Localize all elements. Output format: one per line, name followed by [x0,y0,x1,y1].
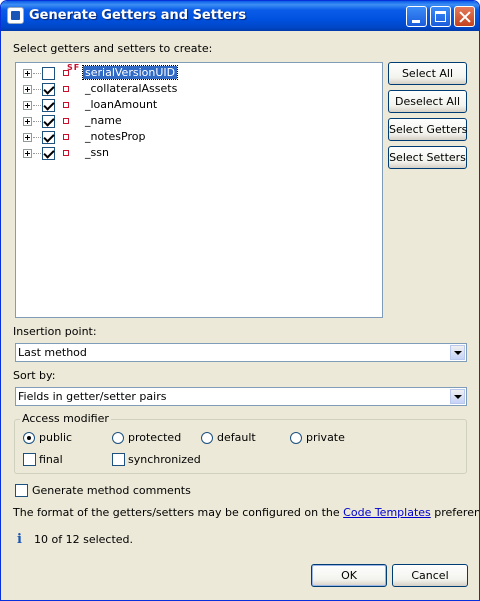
field-name[interactable]: serialVersionUID [81,65,179,80]
select-prompt-label: Select getters and setters to create: [13,42,213,55]
info-icon: i [17,532,22,547]
insertion-point-select[interactable]: Last method [15,343,467,362]
fields-tree[interactable]: SF serialVersionUID _collateralAssets _l… [15,62,383,318]
field-private-icon [63,102,69,108]
selection-status: 10 of 12 selected. [34,533,134,546]
access-modifier-group [14,419,467,474]
templates-note-suffix: preference page. [434,506,479,519]
close-button[interactable] [454,6,475,27]
radio-public-label[interactable]: public [39,431,72,444]
expand-icon[interactable] [23,117,32,126]
synchronized-checkbox[interactable] [112,453,125,466]
radio-protected[interactable] [112,432,124,444]
field-checkbox[interactable] [42,115,55,128]
title-bar[interactable]: Generate Getters and Setters [1,1,479,31]
radio-protected-label[interactable]: protected [128,431,181,444]
select-all-button[interactable]: Select All [388,62,467,85]
generate-comments-label[interactable]: Generate method comments [32,484,191,497]
radio-private[interactable] [290,432,302,444]
expand-icon[interactable] [23,69,32,78]
field-name[interactable]: _loanAmount [83,98,159,111]
sort-by-value: Fields in getter/setter pairs [18,390,167,403]
synchronized-label[interactable]: synchronized [128,453,201,466]
field-checkbox[interactable] [42,147,55,160]
final-checkbox[interactable] [23,453,36,466]
field-checkbox[interactable] [42,99,55,112]
templates-note: The format of the getters/setters may be… [13,506,479,519]
tree-row-collateralassets[interactable]: _collateralAssets [16,81,382,97]
insertion-point-label: Insertion point: [13,325,97,338]
code-templates-link[interactable]: Code Templates [343,506,431,519]
maximize-button[interactable] [430,6,451,27]
minimize-button[interactable] [406,6,427,27]
field-checkbox[interactable] [42,131,55,144]
sort-by-label: Sort by: [13,369,56,382]
field-name[interactable]: _notesProp [83,130,147,143]
field-checkbox[interactable] [42,67,55,80]
insertion-point-value: Last method [18,346,87,359]
field-checkbox[interactable] [42,83,55,96]
radio-default-label[interactable]: default [217,431,256,444]
field-name[interactable]: _name [83,114,124,127]
generate-getters-setters-dialog: Generate Getters and Setters Select gett… [0,0,480,601]
field-private-icon [63,118,69,124]
field-private-icon [63,150,69,156]
ok-button[interactable]: OK [311,564,387,587]
chevron-down-icon[interactable] [450,345,465,360]
expand-icon[interactable] [23,133,32,142]
tree-row-notesprop[interactable]: _notesProp [16,129,382,145]
radio-default[interactable] [201,432,213,444]
tree-row-serialversionuid[interactable]: SF serialVersionUID [16,63,382,81]
deselect-all-button[interactable]: Deselect All [388,90,467,113]
field-name[interactable]: _collateralAssets [83,82,179,95]
window-title: Generate Getters and Setters [29,8,247,23]
generate-comments-checkbox[interactable] [15,484,28,497]
chevron-down-icon[interactable] [450,389,465,404]
tree-row-loanamount[interactable]: _loanAmount [16,97,382,113]
expand-icon[interactable] [23,149,32,158]
select-getters-button[interactable]: Select Getters [388,118,467,141]
field-private-icon [63,134,69,140]
expand-icon[interactable] [23,85,32,94]
field-private-icon [63,86,69,92]
cancel-button[interactable]: Cancel [392,564,468,587]
tree-row-ssn[interactable]: _ssn [16,145,382,161]
templates-note-prefix: The format of the getters/setters may be… [13,506,340,519]
eclipse-app-icon [7,7,24,24]
sort-by-select[interactable]: Fields in getter/setter pairs [15,387,467,406]
field-name[interactable]: _ssn [83,146,111,159]
radio-private-label[interactable]: private [306,431,345,444]
access-modifier-legend: Access modifier [20,412,111,425]
select-setters-button[interactable]: Select Setters [388,146,467,169]
tree-row-name[interactable]: _name [16,113,382,129]
expand-icon[interactable] [23,101,32,110]
final-label[interactable]: final [39,453,63,466]
static-final-marker: SF [67,63,81,72]
radio-public[interactable] [23,432,35,444]
